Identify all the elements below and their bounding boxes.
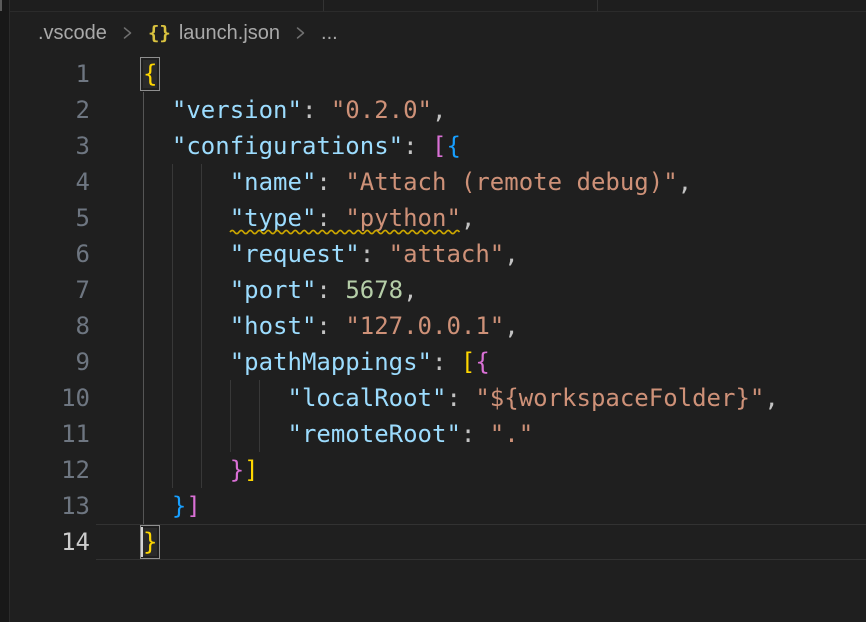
code-line[interactable]: "configurations": [{ (143, 128, 461, 164)
code-token (143, 276, 230, 304)
code-token: : (316, 312, 345, 340)
current-line-highlight (96, 524, 866, 560)
warning-squiggle: "type": "python" (230, 204, 461, 232)
line-number[interactable]: 12 (10, 452, 90, 488)
line-number[interactable]: 14 (10, 524, 90, 560)
code-token (143, 492, 172, 520)
code-token (143, 96, 172, 124)
code-token: : (360, 240, 389, 268)
code-line[interactable]: "host": "127.0.0.1", (143, 308, 519, 344)
code-token (143, 204, 230, 232)
line-number[interactable]: 6 (10, 236, 90, 272)
code-token: "localRoot" (288, 384, 447, 412)
code-token: , (461, 204, 475, 232)
text-cursor (141, 527, 143, 557)
code-token: } (143, 528, 157, 556)
code-token: , (504, 240, 518, 268)
code-token: "version" (172, 96, 302, 124)
code-token: "127.0.0.1" (345, 312, 504, 340)
code-token: ] (244, 456, 258, 484)
code-token (143, 240, 230, 268)
code-token: ] (186, 492, 200, 520)
code-token: : (316, 168, 345, 196)
line-number[interactable]: 10 (10, 380, 90, 416)
code-line[interactable]: "name": "Attach (remote debug)", (143, 164, 692, 200)
code-token (143, 420, 288, 448)
code-token: "name" (230, 168, 317, 196)
line-number[interactable]: 2 (10, 92, 90, 128)
code-line[interactable]: }] (143, 488, 201, 524)
editor[interactable]: 1234567891011121314 { "version": "0.2.0"… (0, 0, 866, 622)
code-line[interactable]: { (143, 56, 157, 92)
code-line[interactable]: }] (143, 452, 259, 488)
code-line[interactable]: } (143, 524, 157, 560)
code-line[interactable]: "port": 5678, (143, 272, 418, 308)
code-token (143, 168, 230, 196)
code-token: } (172, 492, 186, 520)
code-token: , (432, 96, 446, 124)
line-number[interactable]: 13 (10, 488, 90, 524)
line-number[interactable]: 11 (10, 416, 90, 452)
code-token: "${workspaceFolder}" (475, 384, 764, 412)
code-line[interactable]: "pathMappings": [{ (143, 344, 490, 380)
line-number[interactable]: 3 (10, 128, 90, 164)
code-token: "host" (230, 312, 317, 340)
line-number[interactable]: 4 (10, 164, 90, 200)
line-number[interactable]: 7 (10, 272, 90, 308)
code-token: : (446, 384, 475, 412)
code-token (143, 348, 230, 376)
code-line[interactable]: "remoteRoot": "." (143, 416, 533, 452)
code-token: "0.2.0" (331, 96, 432, 124)
code-token: , (764, 384, 778, 412)
code-token: "configurations" (172, 132, 403, 160)
vscode-editor-window: .vscode {} launch.json ... 1234567891011… (0, 0, 866, 622)
line-number[interactable]: 1 (10, 56, 90, 92)
code-token (143, 384, 288, 412)
line-number[interactable]: 8 (10, 308, 90, 344)
code-token: "pathMappings" (230, 348, 432, 376)
code-token: } (230, 456, 244, 484)
code-token: "port" (230, 276, 317, 304)
code-token: [ (432, 132, 446, 160)
code-token: : (316, 276, 345, 304)
code-token: { (475, 348, 489, 376)
code-token: [ (461, 348, 475, 376)
code-token: { (143, 60, 157, 88)
code-token: "Attach (remote debug)" (345, 168, 677, 196)
code-token (143, 456, 230, 484)
code-token: , (678, 168, 692, 196)
code-token: "remoteRoot" (288, 420, 461, 448)
line-number[interactable]: 5 (10, 200, 90, 236)
code-token: "request" (230, 240, 360, 268)
code-token: , (403, 276, 417, 304)
code-line[interactable]: "request": "attach", (143, 236, 519, 272)
code-token: : (461, 420, 490, 448)
line-number[interactable]: 9 (10, 344, 90, 380)
code-token: , (504, 312, 518, 340)
code-line[interactable]: "localRoot": "${workspaceFolder}", (143, 380, 779, 416)
code-token (143, 312, 230, 340)
code-token: 5678 (345, 276, 403, 304)
code-token: : (302, 96, 331, 124)
code-token: "attach" (389, 240, 505, 268)
code-token: { (446, 132, 460, 160)
code-line[interactable]: "type": "python", (143, 200, 475, 236)
code-line[interactable]: "version": "0.2.0", (143, 92, 446, 128)
code-token: "." (490, 420, 533, 448)
code-token: : (403, 132, 432, 160)
code-token (143, 132, 172, 160)
code-token: : (432, 348, 461, 376)
